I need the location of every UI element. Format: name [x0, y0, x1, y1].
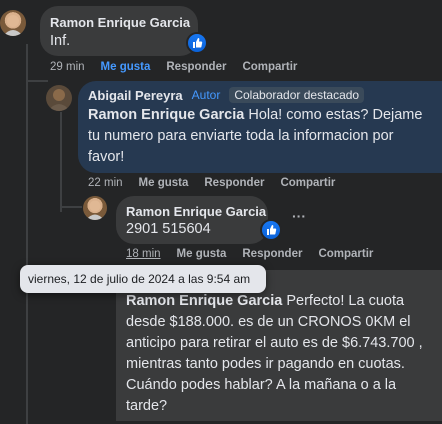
more-options-button[interactable]: ···: [292, 208, 306, 224]
timestamp-tooltip: viernes, 12 de julio de 2024 a las 9:54 …: [20, 265, 266, 293]
reply-button[interactable]: Responder: [242, 248, 302, 260]
comment-bubble: Abigail Pereyra Autor Colaborador destac…: [78, 81, 442, 173]
comment-actions: 29 min Me gusta Responder Compartir: [50, 61, 297, 73]
comment-author[interactable]: Ramon Enrique Garcia: [126, 204, 266, 219]
comment-actions: 22 min Me gusta Responder Compartir: [88, 177, 335, 189]
comment-text: mientras tanto podes ir pagando en cuota…: [126, 356, 405, 372]
author-badge: Autor: [191, 88, 221, 102]
like-button[interactable]: Me gusta: [139, 177, 189, 189]
comment-timestamp[interactable]: 29 min: [50, 61, 85, 73]
comment-timestamp[interactable]: 22 min: [88, 177, 123, 189]
avatar[interactable]: [0, 10, 26, 36]
comment-text: Perfecto! La cuota: [282, 293, 405, 309]
mention-link[interactable]: Ramon Enrique Garcia: [126, 293, 282, 309]
comment-author[interactable]: Abigail Pereyra: [88, 88, 183, 103]
comment-text: 2901 515604: [126, 221, 211, 237]
thread-line: [60, 112, 62, 212]
top-contributor-badge: Colaborador destacado: [229, 87, 365, 103]
comment-text: Inf.: [50, 33, 71, 49]
comment-text: Hola! como estas? Dejame: [248, 107, 423, 123]
thread-branch: [60, 206, 82, 208]
person-photo-icon: [3, 15, 23, 36]
comment-text: favor!: [88, 149, 125, 165]
avatar[interactable]: [83, 196, 107, 220]
thread-branch: [26, 80, 48, 82]
comment-text: desde $188.000. es de un CRONOS 0KM el: [126, 314, 411, 330]
comment-text: tu numero para enviarte toda la informac…: [88, 128, 394, 144]
share-button[interactable]: Compartir: [242, 61, 297, 73]
like-button[interactable]: Me gusta: [101, 61, 151, 73]
like-reaction-icon[interactable]: [262, 221, 280, 239]
comment-text: anticipo para retirar el auto es de $6.7…: [126, 335, 423, 351]
share-button[interactable]: Compartir: [280, 177, 335, 189]
comment-bubble: Ramon Enrique Garcia 2901 515604: [116, 196, 268, 244]
person-photo-icon: [48, 89, 70, 111]
like-button[interactable]: Me gusta: [177, 248, 227, 260]
avatar[interactable]: [46, 85, 72, 111]
like-reaction-icon[interactable]: [188, 34, 206, 52]
comment-timestamp[interactable]: 18 min: [126, 248, 161, 260]
comment-author[interactable]: Ramon Enrique Garcia: [50, 15, 190, 30]
comment-bubble: Ramon Enrique Garcia Inf.: [40, 6, 198, 56]
person-photo-icon: [86, 200, 104, 220]
reply-button[interactable]: Responder: [204, 177, 264, 189]
mention-link[interactable]: Ramon Enrique Garcia: [88, 107, 244, 123]
reply-button[interactable]: Responder: [166, 61, 226, 73]
thread-line: [26, 44, 28, 104]
comment-text: tarde?: [126, 398, 168, 414]
share-button[interactable]: Compartir: [318, 248, 373, 260]
comment-text: Cuándo podes hablar? A la mañana o a la: [126, 377, 397, 393]
thread-line: [26, 104, 28, 424]
comment-actions: 18 min Me gusta Responder Compartir: [126, 248, 373, 260]
